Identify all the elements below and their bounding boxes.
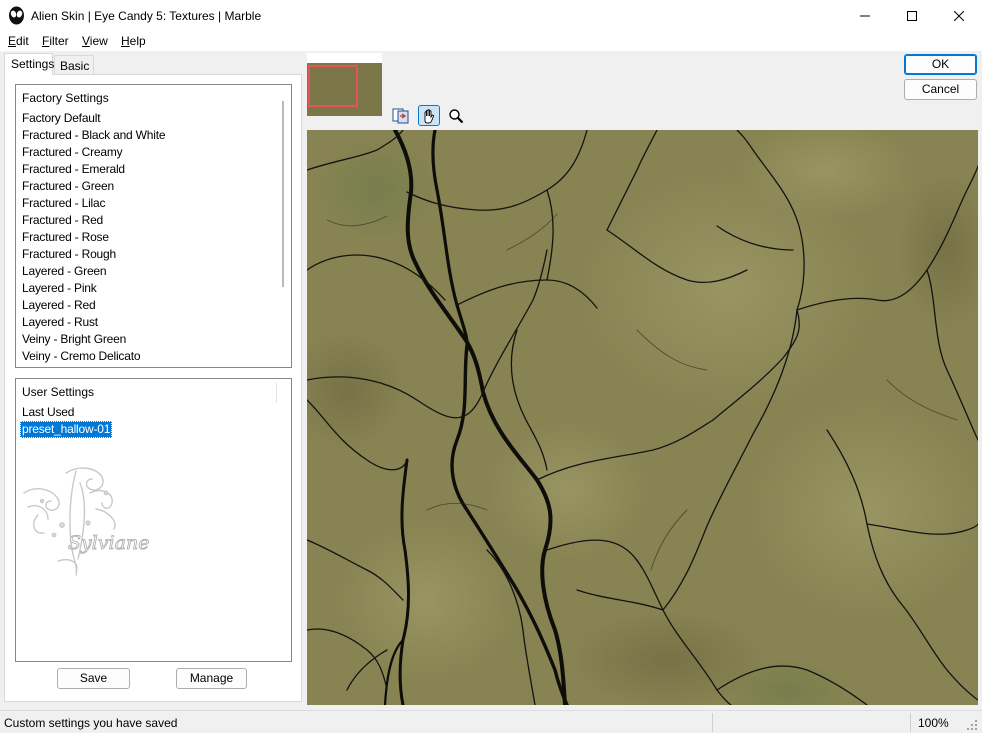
factory-preset-item[interactable]: Layered - Red bbox=[22, 297, 165, 314]
close-icon bbox=[954, 10, 964, 21]
factory-preset-item[interactable]: Veiny - Bright Green bbox=[22, 331, 165, 348]
factory-preset-item[interactable]: Layered - Pink bbox=[22, 280, 165, 297]
zoom-level: 100% bbox=[918, 716, 949, 730]
menu-help[interactable]: Help bbox=[121, 34, 146, 48]
status-divider bbox=[712, 713, 713, 732]
status-bar: Custom settings you have saved 100% bbox=[0, 710, 982, 733]
ok-button[interactable]: OK bbox=[904, 54, 977, 75]
tab-settings[interactable]: Settings bbox=[4, 53, 54, 75]
close-button[interactable] bbox=[936, 0, 982, 31]
factory-preset-item[interactable]: Veiny - Cremo Delicato bbox=[22, 348, 165, 365]
status-message: Custom settings you have saved bbox=[4, 716, 178, 730]
sylviane-watermark-logo: Sylviane bbox=[23, 467, 150, 576]
maximize-button[interactable] bbox=[889, 0, 935, 31]
user-preset-item-selected[interactable]: preset_hallow-01 bbox=[20, 421, 113, 438]
menu-filter[interactable]: Filter bbox=[42, 34, 69, 48]
hand-tool-button[interactable] bbox=[418, 105, 440, 126]
factory-preset-item[interactable]: Fractured - Green bbox=[22, 178, 165, 195]
factory-settings-header: Factory Settings bbox=[22, 91, 109, 105]
marble-texture-image bbox=[307, 130, 978, 705]
user-settings-list[interactable]: User Settings Last Used preset_hallow-01… bbox=[15, 378, 292, 662]
zoom-tool-icon bbox=[449, 108, 464, 123]
header-divider bbox=[276, 383, 277, 403]
save-button[interactable]: Save bbox=[57, 668, 130, 689]
factory-preset-item[interactable]: Layered - Rust bbox=[22, 314, 165, 331]
menu-edit[interactable]: Edit bbox=[8, 34, 29, 48]
user-preset-item[interactable]: Last Used bbox=[22, 404, 112, 421]
window-title: Alien Skin | Eye Candy 5: Textures | Mar… bbox=[31, 9, 262, 23]
user-settings-header: User Settings bbox=[22, 385, 95, 399]
watermark-text: Sylviane bbox=[68, 532, 149, 554]
factory-preset-item[interactable]: Fractured - Emerald bbox=[22, 161, 165, 178]
factory-settings-list[interactable]: Factory Settings Factory Default Fractur… bbox=[15, 84, 292, 368]
minimize-button[interactable] bbox=[842, 0, 888, 31]
factory-preset-item[interactable]: Fractured - Rose bbox=[22, 229, 165, 246]
resize-grip-icon[interactable] bbox=[964, 717, 978, 731]
marble-preview-canvas[interactable] bbox=[307, 130, 978, 705]
factory-preset-item[interactable]: Fractured - Red bbox=[22, 212, 165, 229]
compare-tool-icon bbox=[392, 108, 409, 123]
alien-skin-logo-icon bbox=[9, 6, 24, 25]
factory-preset-item[interactable]: Factory Default bbox=[22, 110, 165, 127]
zoom-tool-button[interactable] bbox=[445, 105, 467, 126]
cancel-button[interactable]: Cancel bbox=[904, 79, 977, 100]
factory-preset-item[interactable]: Fractured - Rough bbox=[22, 246, 165, 263]
menu-view[interactable]: View bbox=[82, 34, 108, 48]
navigator-view-rectangle[interactable] bbox=[308, 65, 358, 107]
maximize-icon bbox=[907, 10, 917, 21]
menu-bar: Edit Filter View Help bbox=[0, 31, 982, 51]
hand-tool-icon bbox=[424, 108, 435, 123]
minimize-icon bbox=[860, 15, 870, 16]
preview-scrollbar[interactable] bbox=[978, 130, 982, 705]
factory-preset-item[interactable]: Fractured - Creamy bbox=[22, 144, 165, 161]
title-bar: Alien Skin | Eye Candy 5: Textures | Mar… bbox=[0, 0, 982, 31]
compare-tool-button[interactable] bbox=[390, 105, 412, 126]
factory-preset-item[interactable]: Fractured - Lilac bbox=[22, 195, 165, 212]
factory-preset-item[interactable]: Fractured - Black and White bbox=[22, 127, 166, 144]
status-divider bbox=[910, 713, 911, 732]
factory-list-scrollbar[interactable] bbox=[282, 101, 284, 287]
tab-basic[interactable]: Basic bbox=[54, 55, 94, 75]
manage-button[interactable]: Manage bbox=[176, 668, 247, 689]
factory-preset-item[interactable]: Layered - Green bbox=[22, 263, 165, 280]
